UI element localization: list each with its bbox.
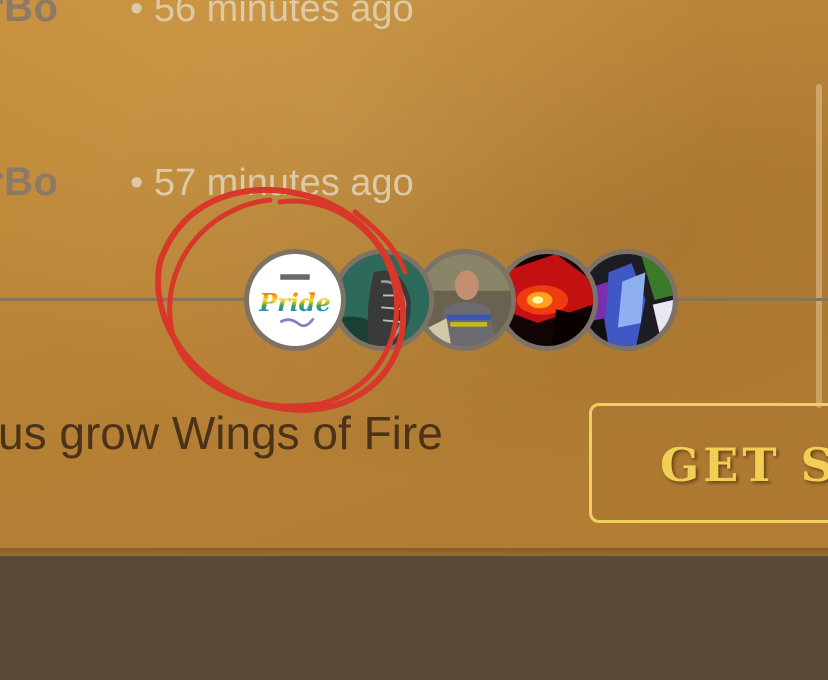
- get-started-button[interactable]: GET ST: [589, 403, 828, 523]
- message-author[interactable]: rBo: [0, 0, 58, 31]
- chat-panel: rBo • 56 minutes ago rBo • 57 minutes ag…: [0, 0, 828, 556]
- participant-avatar-2[interactable]: [332, 249, 434, 351]
- participant-avatar-1[interactable]: Pride: [244, 249, 346, 351]
- tagline-text: us grow Wings of Fire: [0, 407, 443, 459]
- get-started-label: GET ST: [660, 438, 828, 492]
- pride-logo-avatar-icon: Pride: [249, 254, 341, 346]
- dragon-avatar-icon: [337, 254, 429, 346]
- message-author[interactable]: rBo: [0, 160, 58, 205]
- message-timestamp: • 56 minutes ago: [130, 0, 414, 30]
- svg-text:Pride: Pride: [258, 289, 331, 317]
- bottom-bar: [0, 556, 828, 680]
- message-timestamp: • 57 minutes ago: [130, 162, 414, 204]
- scrollbar[interactable]: [816, 84, 822, 408]
